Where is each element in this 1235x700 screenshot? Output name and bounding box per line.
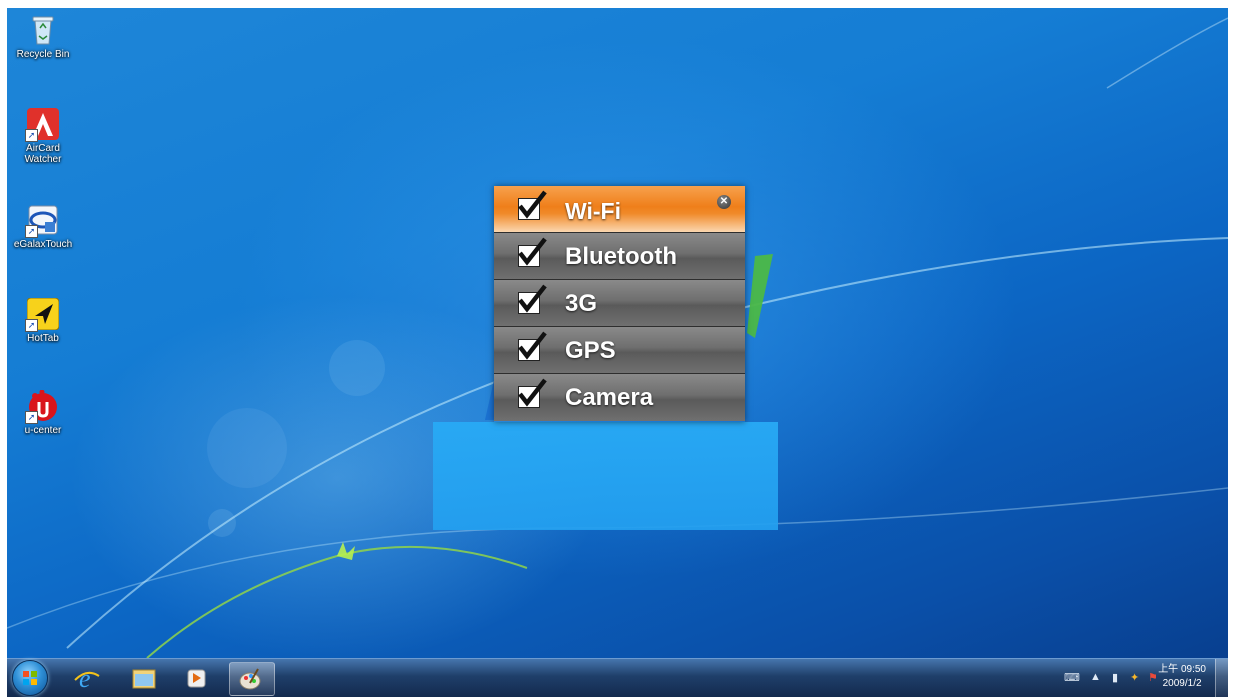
- taskbar: e ⌨ ▲ ▮ ✦ ⚑ 上午 09:50 2009/1/2: [7, 658, 1228, 697]
- toggle-row-wifi[interactable]: Wi-Fi ✕: [494, 186, 745, 233]
- desktop-icon-label: Recycle Bin: [16, 49, 70, 60]
- desktop-icon-label: HotTab: [27, 333, 59, 344]
- keyboard-icon[interactable]: ⌨: [1064, 671, 1080, 684]
- start-button[interactable]: [12, 660, 48, 696]
- shortcut-arrow-icon: ➚: [25, 319, 38, 332]
- wallpaper-green-stem: [146, 545, 528, 658]
- desktop-icon-egalaxtouch[interactable]: ➚ eGalaxTouch: [7, 204, 79, 250]
- desktop-icon-label: eGalaxTouch: [13, 239, 73, 250]
- windows-logo-icon: [23, 671, 37, 685]
- wallpaper-green-sprout: [337, 542, 355, 560]
- desktop-icon-aircard-watcher[interactable]: ➚ AirCard Watcher: [7, 108, 79, 165]
- checkmark-icon: [518, 284, 547, 313]
- shortcut-arrow-icon: ➚: [25, 411, 38, 424]
- toggle-row-3g[interactable]: 3G: [494, 280, 745, 327]
- show-desktop-button[interactable]: [1215, 659, 1228, 697]
- paint-icon: [239, 668, 261, 690]
- clock[interactable]: 上午 09:50 2009/1/2: [1158, 663, 1206, 691]
- hottab-icon: ➚: [25, 297, 60, 332]
- flyout-backdrop: [433, 422, 778, 530]
- toggle-label-camera: Camera: [565, 384, 654, 411]
- desktop-icon-hottab[interactable]: ➚ HotTab: [7, 297, 79, 344]
- action-center-flag-icon[interactable]: ⚑: [1148, 671, 1158, 684]
- media-player-icon: [187, 669, 206, 688]
- clock-time: 上午 09:50: [1158, 664, 1206, 675]
- toggle-label-gps: GPS: [565, 337, 616, 364]
- taskbar-windows-explorer[interactable]: [121, 662, 165, 694]
- wallpaper-window-logo-part: [747, 254, 773, 338]
- shortcut-arrow-icon: ➚: [25, 129, 38, 142]
- checkmark-icon: [518, 190, 547, 219]
- clock-date: 2009/1/2: [1162, 678, 1202, 689]
- taskbar-internet-explorer[interactable]: e: [65, 662, 109, 694]
- toggle-row-bluetooth[interactable]: Bluetooth: [494, 233, 745, 280]
- toggle-row-gps[interactable]: GPS: [494, 327, 745, 374]
- desktop: Recycle Bin ➚ AirCard Watcher ➚ eGalaxTo…: [7, 8, 1228, 658]
- battery-icon[interactable]: ▮: [1112, 671, 1118, 684]
- toggle-label-wifi: Wi-Fi: [565, 198, 621, 224]
- toggle-label-3g: 3G: [565, 290, 598, 317]
- toggle-row-camera[interactable]: Camera: [494, 374, 745, 421]
- network-icon[interactable]: ✦: [1130, 671, 1139, 684]
- egalaxtouch-icon: ➚: [25, 204, 59, 238]
- wallpaper-light-streak: [1106, 17, 1228, 89]
- checkmark-icon: [518, 331, 547, 360]
- taskbar-paint[interactable]: [229, 662, 275, 696]
- close-icon[interactable]: ✕: [717, 195, 731, 209]
- recycle-bin-icon: [27, 14, 59, 46]
- toggle-label-bluetooth: Bluetooth: [565, 243, 677, 270]
- u-center-icon: ➚: [25, 389, 59, 424]
- desktop-icon-label: u-center: [24, 425, 62, 436]
- desktop-icon-u-center[interactable]: ➚ u-center: [7, 389, 79, 436]
- internet-explorer-icon: e: [74, 664, 100, 693]
- wireless-device-panel: Wi-Fi ✕ Bluetooth 3G GPS Camera: [494, 186, 745, 422]
- wallpaper-bokeh: [207, 408, 287, 488]
- checkmark-icon: [518, 237, 547, 266]
- desktop-icon-label: AirCard Watcher: [24, 143, 62, 165]
- system-tray: ⌨ ▲ ▮ ✦ ⚑ 上午 09:50 2009/1/2: [1028, 659, 1228, 697]
- windows-explorer-icon: [132, 669, 156, 689]
- show-hidden-icons-icon[interactable]: ▲: [1090, 671, 1101, 683]
- checkmark-icon: [518, 378, 547, 407]
- shortcut-arrow-icon: ➚: [25, 225, 38, 238]
- wallpaper-bokeh: [329, 340, 385, 396]
- desktop-icon-recycle-bin[interactable]: Recycle Bin: [7, 14, 79, 60]
- wallpaper-bokeh: [208, 509, 236, 537]
- svg-text:e: e: [79, 664, 91, 693]
- aircard-watcher-icon: ➚: [25, 108, 59, 142]
- taskbar-media-player[interactable]: [175, 662, 219, 694]
